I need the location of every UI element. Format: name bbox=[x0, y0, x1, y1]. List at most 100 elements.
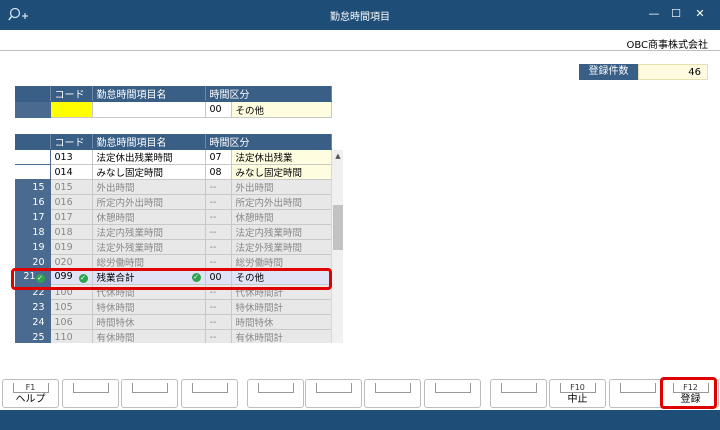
header-row-number bbox=[15, 134, 51, 150]
row-category-name-text: 有休時間計 bbox=[235, 333, 284, 343]
row-code: 105 bbox=[50, 299, 93, 315]
row-category-name-text: 所定内外出時間 bbox=[235, 198, 303, 209]
header-time-category: 時間区分 bbox=[205, 134, 332, 150]
fkey-number bbox=[434, 383, 471, 393]
vertical-scrollbar[interactable]: ▲ bbox=[331, 150, 343, 343]
fkey-number bbox=[315, 383, 352, 393]
table-row[interactable]: 19 019 法定外残業時間 -- 法定外残業時間 bbox=[15, 239, 332, 255]
header-code: コード bbox=[50, 86, 93, 102]
fkey-empty-button[interactable] bbox=[181, 379, 238, 408]
new-category-code[interactable]: 00 bbox=[205, 101, 232, 118]
header-code: コード bbox=[50, 134, 93, 150]
fkey-empty-button[interactable] bbox=[424, 379, 481, 408]
new-name-input[interactable] bbox=[92, 101, 206, 118]
row-category-name: 外出時間 bbox=[231, 179, 332, 195]
row-item-name-text: 有休時間 bbox=[96, 333, 135, 343]
table-row[interactable]: 13 013 法定休出残業時間 07 法定休出残業 bbox=[15, 149, 332, 165]
row-code: 016 bbox=[50, 194, 93, 210]
row-item-name: 法定内残業時間 bbox=[92, 224, 206, 240]
row-code-text: 110 bbox=[54, 331, 73, 343]
fkey-label: 中止 bbox=[567, 394, 588, 405]
fkey-number bbox=[191, 383, 228, 393]
row-category-code-text: -- bbox=[209, 256, 217, 268]
row-code: 013 bbox=[50, 149, 93, 165]
row-item-name: 有休時間 bbox=[92, 329, 206, 343]
item-list-viewport[interactable]: コード 勤怠時間項目名 時間区分 13 013 法定休出残業時間 07 法定休出残業 14… bbox=[15, 134, 343, 343]
row-code: 018 bbox=[50, 224, 93, 240]
row-number-text: 20 bbox=[32, 256, 45, 268]
row-code-text: 013 bbox=[54, 151, 73, 163]
maximize-button[interactable]: ☐ bbox=[666, 5, 686, 23]
row-number-text: 15 bbox=[32, 181, 45, 193]
fkey-empty-button[interactable] bbox=[121, 379, 178, 408]
row-category-name: 特休時間計 bbox=[231, 299, 332, 315]
row-category-code: -- bbox=[205, 194, 232, 210]
fkey-number bbox=[257, 383, 294, 393]
table-row[interactable]: 25 110 有休時間 -- 有休時間計 bbox=[15, 329, 332, 343]
row-number-text: 25 bbox=[32, 331, 45, 343]
row-number: 17 bbox=[15, 209, 51, 225]
close-button[interactable]: ✕ bbox=[690, 5, 710, 23]
row-code: 017 bbox=[50, 209, 93, 225]
title-bar: 勤怠時間項目 — ☐ ✕ bbox=[0, 0, 720, 30]
row-number: 13 bbox=[15, 149, 51, 165]
row-code-text: 015 bbox=[54, 181, 73, 193]
row-item-name: 時間特休 bbox=[92, 314, 206, 330]
table-row[interactable]: 23 105 特休時間 -- 特休時間計 bbox=[15, 299, 332, 315]
table-row[interactable]: 18 018 法定内残業時間 -- 法定内残業時間 bbox=[15, 224, 332, 240]
row-category-code-text: -- bbox=[209, 196, 217, 208]
row-item-name-text: 休憩時間 bbox=[96, 213, 135, 224]
row-item-name-text: 時間特休 bbox=[96, 318, 135, 329]
row-category-name-text: 法定外残業時間 bbox=[235, 243, 303, 254]
fkey-label: ヘルプ bbox=[15, 394, 46, 405]
row-code: 110 bbox=[50, 329, 93, 343]
new-category-name: その他 bbox=[231, 101, 332, 118]
fkey-empty-button[interactable] bbox=[609, 379, 666, 408]
minimize-button[interactable]: — bbox=[644, 5, 664, 23]
row-category-name-text: 外出時間 bbox=[235, 183, 274, 194]
row-number-text: 13 bbox=[32, 151, 45, 163]
row-code: 015 bbox=[50, 179, 93, 195]
fkey-empty-button[interactable] bbox=[364, 379, 421, 408]
table-row[interactable]: 14 014 みなし固定時間 08 みなし固定時間 bbox=[15, 164, 332, 180]
new-entry-row[interactable]: 00 その他 bbox=[15, 101, 332, 118]
fkey-number bbox=[500, 383, 537, 393]
header-item-name: 勤怠時間項目名 bbox=[92, 86, 206, 102]
scroll-up-icon[interactable]: ▲ bbox=[332, 150, 344, 162]
row-category-code-text: -- bbox=[209, 181, 217, 193]
scrollbar-thumb[interactable] bbox=[333, 205, 343, 250]
header-row-number bbox=[15, 86, 51, 102]
row-category-name-text: みなし固定時間 bbox=[235, 168, 303, 179]
fkey-empty-button[interactable] bbox=[247, 379, 304, 408]
row-number: 14 bbox=[15, 164, 51, 180]
row-category-name-text: 法定休出残業 bbox=[235, 153, 293, 164]
fkey-empty-button[interactable] bbox=[490, 379, 547, 408]
row-category-code: -- bbox=[205, 314, 232, 330]
fkey-number bbox=[619, 383, 656, 393]
row-category-code: -- bbox=[205, 179, 232, 195]
f12-highlight bbox=[660, 377, 717, 409]
row-number-text: 14 bbox=[32, 166, 45, 178]
new-code-input[interactable] bbox=[50, 101, 93, 118]
row-item-name-text: 法定外残業時間 bbox=[96, 243, 164, 254]
table-row[interactable]: 16 016 所定内外出時間 -- 所定内外出時間 bbox=[15, 194, 332, 210]
row-number-text: 24 bbox=[32, 316, 45, 328]
fkey-empty-button[interactable] bbox=[62, 379, 119, 408]
row-category-name-text: 法定内残業時間 bbox=[235, 228, 303, 239]
fkey-empty-button[interactable] bbox=[305, 379, 362, 408]
table-row[interactable]: 24 106 時間特休 -- 時間特休 bbox=[15, 314, 332, 330]
row-item-name-text: 外出時間 bbox=[96, 183, 135, 194]
row-code-text: 017 bbox=[54, 211, 73, 223]
table-row[interactable]: 15 015 外出時間 -- 外出時間 bbox=[15, 179, 332, 195]
row-category-code: 08 bbox=[205, 164, 232, 180]
table-row[interactable]: 17 017 休憩時間 -- 休憩時間 bbox=[15, 209, 332, 225]
row-category-code-text: -- bbox=[209, 331, 217, 343]
row-number: 19 bbox=[15, 239, 51, 255]
row-category-code: 07 bbox=[205, 149, 232, 165]
fkey-f10-button[interactable]: F10 中止 bbox=[549, 379, 606, 408]
row-number-text: 18 bbox=[32, 226, 45, 238]
grid-header-row: コード 勤怠時間項目名 時間区分 bbox=[15, 134, 332, 150]
function-key-bar: F1 ヘルプ F10 中止 F12 登録 bbox=[0, 376, 720, 410]
row-code: 014 bbox=[50, 164, 93, 180]
fkey-f1-button[interactable]: F1 ヘルプ bbox=[2, 379, 59, 408]
